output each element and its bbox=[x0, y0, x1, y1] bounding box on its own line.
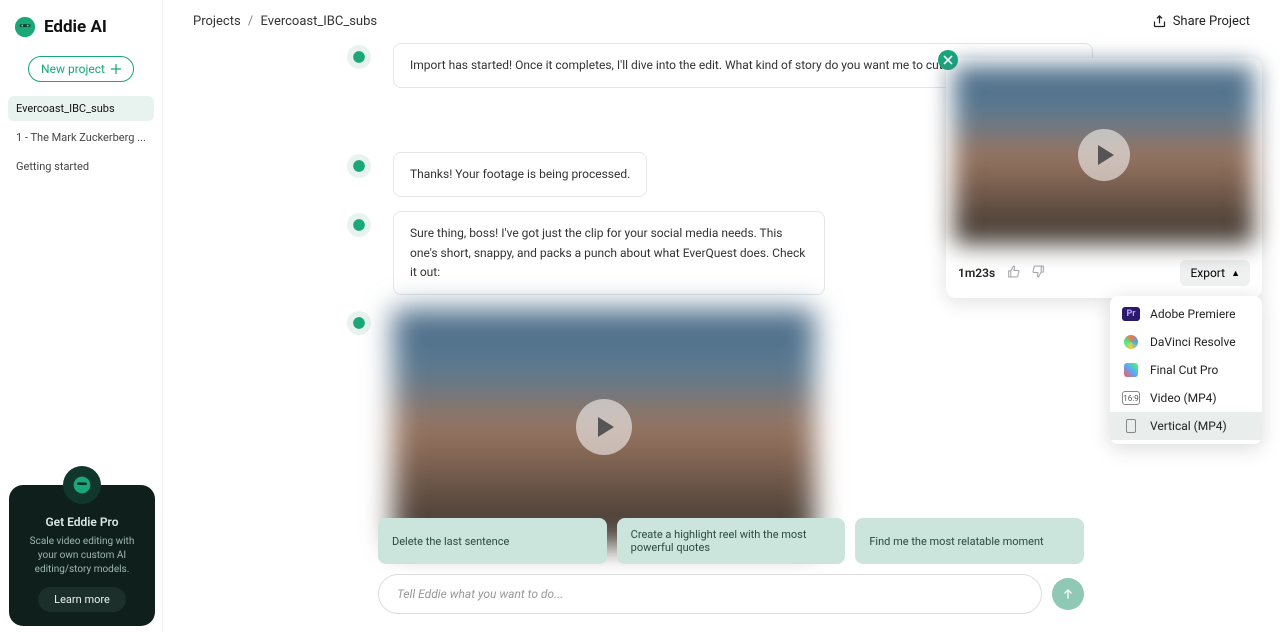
thumbs-down-button[interactable] bbox=[1032, 265, 1045, 281]
topbar: Projects / Evercoast_IBC_subs Share Proj… bbox=[163, 0, 1280, 43]
export-option-finalcut[interactable]: Final Cut Pro bbox=[1110, 356, 1262, 384]
suggestion-chip[interactable]: Delete the last sentence bbox=[378, 518, 607, 564]
preview-duration: 1m23s bbox=[958, 266, 995, 280]
preview-panel: 1m23s Export ▲ bbox=[946, 58, 1262, 298]
ai-avatar-icon bbox=[347, 311, 371, 335]
pro-avatar-icon bbox=[63, 466, 101, 504]
export-option-label: Adobe Premiere bbox=[1150, 307, 1236, 321]
export-option-label: Video (MP4) bbox=[1150, 391, 1217, 405]
suggestion-chip[interactable]: Find me the most relatable moment bbox=[855, 518, 1084, 564]
export-option-vertical-mp4[interactable]: Vertical (MP4) bbox=[1110, 412, 1262, 440]
preview-play-button[interactable] bbox=[1078, 129, 1130, 181]
thumbs-up-button[interactable] bbox=[1007, 265, 1020, 281]
send-button[interactable] bbox=[1052, 578, 1084, 610]
arrow-up-icon bbox=[1061, 587, 1075, 601]
play-icon bbox=[598, 417, 614, 437]
export-label: Export bbox=[1190, 266, 1225, 280]
export-option-label: DaVinci Resolve bbox=[1150, 335, 1236, 349]
chat-input[interactable]: Tell Eddie what you want to do... bbox=[378, 574, 1042, 614]
ai-avatar-icon bbox=[347, 154, 371, 178]
share-icon bbox=[1152, 14, 1167, 29]
project-list: Evercoast_IBC_subs 1 - The Mark Zuckerbe… bbox=[8, 96, 154, 179]
sidebar: Eddie AI New project Evercoast_IBC_subs … bbox=[0, 0, 163, 632]
pro-desc: Scale video editing with your own custom… bbox=[19, 535, 145, 577]
thumbs-down-icon bbox=[1032, 265, 1045, 278]
brand[interactable]: Eddie AI bbox=[8, 12, 154, 42]
breadcrumb: Projects / Evercoast_IBC_subs bbox=[193, 14, 377, 29]
suggestion-row: Delete the last sentence Create a highli… bbox=[378, 518, 1084, 564]
chevron-up-icon: ▲ bbox=[1231, 268, 1240, 279]
message-text: Sure thing, boss! I've got just the clip… bbox=[393, 211, 825, 295]
export-option-video-mp4[interactable]: 16:9 Video (MP4) bbox=[1110, 384, 1262, 412]
play-icon bbox=[1098, 145, 1114, 165]
premiere-icon: Pr bbox=[1122, 307, 1140, 321]
davinci-icon bbox=[1122, 335, 1140, 349]
project-item[interactable]: 1 - The Mark Zuckerberg ... bbox=[8, 125, 154, 150]
export-menu: Pr Adobe Premiere DaVinci Resolve Final … bbox=[1110, 296, 1262, 444]
new-project-label: New project bbox=[41, 62, 105, 76]
project-item[interactable]: Getting started bbox=[8, 154, 154, 179]
close-icon bbox=[943, 55, 953, 65]
ai-video-message bbox=[393, 309, 1093, 545]
share-button[interactable]: Share Project bbox=[1152, 14, 1250, 29]
project-item[interactable]: Evercoast_IBC_subs bbox=[8, 96, 154, 121]
export-option-label: Vertical (MP4) bbox=[1150, 419, 1227, 433]
export-option-premiere[interactable]: Pr Adobe Premiere bbox=[1110, 300, 1262, 328]
pro-cta-button[interactable]: Learn more bbox=[38, 587, 126, 612]
aspect-vertical-icon bbox=[1122, 419, 1140, 433]
thumbs-up-icon bbox=[1007, 265, 1020, 278]
export-option-davinci[interactable]: DaVinci Resolve bbox=[1110, 328, 1262, 356]
ai-avatar-icon bbox=[347, 213, 371, 237]
aspect-16-9-icon: 16:9 bbox=[1122, 391, 1140, 405]
composer: Delete the last sentence Create a highli… bbox=[378, 518, 1084, 614]
message-text: Thanks! Your footage is being processed. bbox=[393, 152, 647, 197]
finalcut-icon bbox=[1122, 363, 1140, 377]
pro-upsell-card: Get Eddie Pro Scale video editing with y… bbox=[9, 485, 155, 626]
export-option-label: Final Cut Pro bbox=[1150, 363, 1218, 377]
ai-avatar-icon bbox=[347, 45, 371, 69]
share-label: Share Project bbox=[1173, 14, 1250, 29]
pro-title: Get Eddie Pro bbox=[19, 515, 145, 529]
plus-icon bbox=[111, 64, 121, 74]
main: Projects / Evercoast_IBC_subs Share Proj… bbox=[163, 0, 1280, 632]
export-button[interactable]: Export ▲ bbox=[1180, 260, 1250, 286]
play-button[interactable] bbox=[576, 399, 632, 455]
new-project-button[interactable]: New project bbox=[28, 56, 134, 82]
breadcrumb-current: Evercoast_IBC_subs bbox=[261, 14, 378, 29]
breadcrumb-root[interactable]: Projects bbox=[193, 14, 241, 29]
breadcrumb-sep: / bbox=[248, 14, 253, 29]
logo-icon bbox=[14, 16, 36, 38]
brand-text: Eddie AI bbox=[44, 17, 107, 37]
suggestion-chip[interactable]: Create a highlight reel with the most po… bbox=[617, 518, 846, 564]
